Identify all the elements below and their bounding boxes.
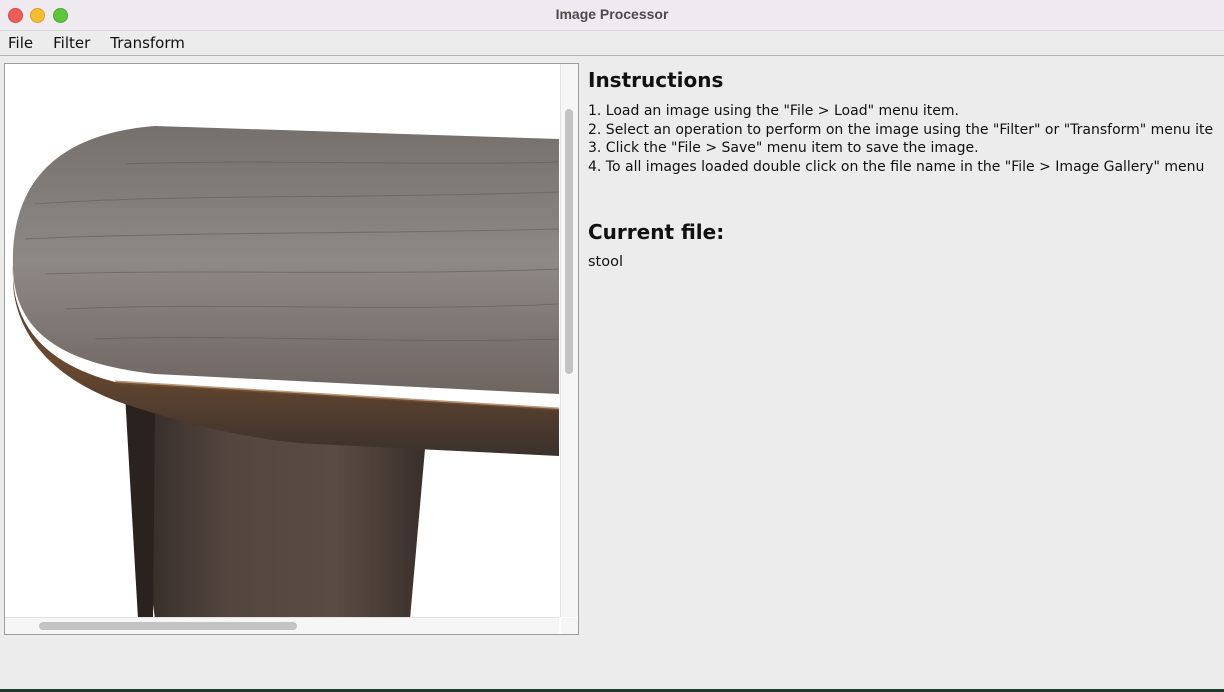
image-view: [5, 64, 559, 617]
vertical-scroll-thumb[interactable]: [565, 109, 573, 374]
instructions-heading: Instructions: [588, 68, 724, 92]
info-panel: Instructions 1. Load an image using the …: [588, 66, 1224, 270]
current-file-heading: Current file:: [588, 220, 725, 244]
instruction-step: 4. To all images loaded double click on …: [588, 158, 1205, 175]
stool-image: [12, 126, 559, 617]
menu-filter[interactable]: Filter: [53, 34, 90, 52]
instruction-step: 1. Load an image using the "File > Load"…: [588, 103, 959, 119]
horizontal-scrollbar[interactable]: [5, 617, 559, 634]
app-window: Image Processor File Filter Transform In…: [0, 0, 1224, 692]
current-file-name: stool: [588, 254, 624, 270]
instruction-step: 2. Select an operation to perform on the…: [588, 121, 1214, 138]
menu-transform[interactable]: Transform: [110, 34, 185, 52]
scroll-corner: [561, 618, 578, 634]
horizontal-scroll-thumb[interactable]: [39, 622, 297, 630]
instructions-list: 1. Load an image using the "File > Load"…: [588, 102, 1224, 176]
title-bar: Image Processor: [0, 0, 1224, 31]
window-title: Image Processor: [555, 6, 669, 22]
vertical-scrollbar[interactable]: [560, 64, 578, 617]
image-scroll-pane[interactable]: [4, 63, 579, 635]
instruction-step: 3. Click the "File > Save" menu item to …: [588, 140, 979, 156]
menu-bar: File Filter Transform: [0, 31, 1224, 56]
menu-file[interactable]: File: [8, 34, 33, 52]
